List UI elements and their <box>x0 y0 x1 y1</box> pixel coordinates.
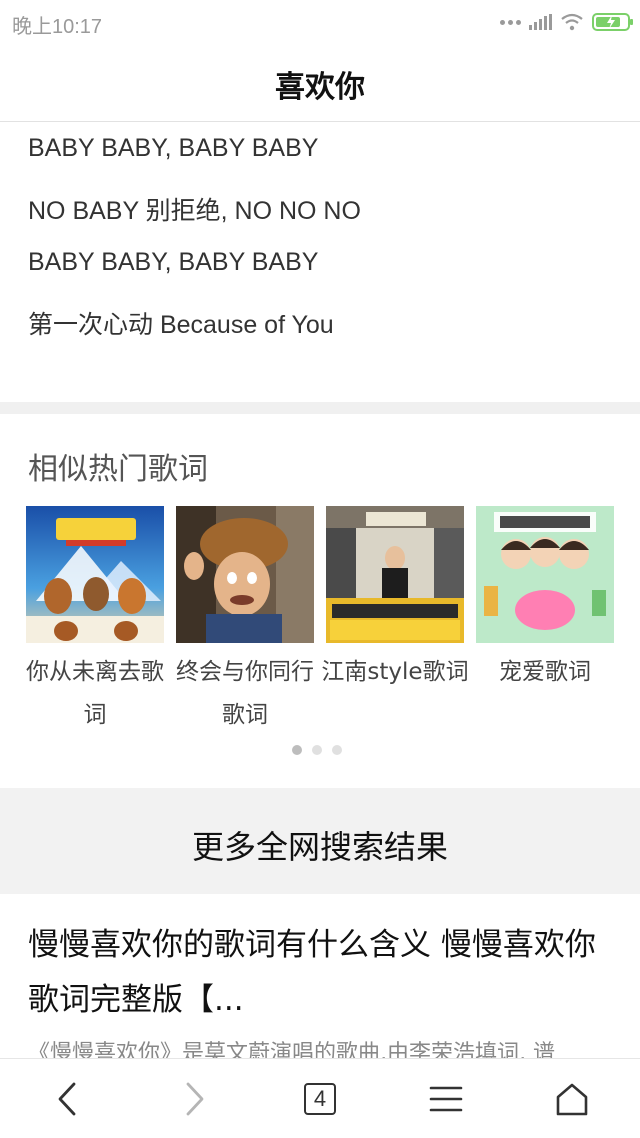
forward-button[interactable] <box>164 1073 224 1125</box>
back-button[interactable] <box>38 1073 98 1125</box>
search-result-title[interactable]: 慢慢喜欢你的歌词有什么含义 慢慢喜欢你歌词完整版【... <box>28 918 618 1028</box>
carousel-pager <box>292 745 342 755</box>
similar-card-3[interactable]: 江南style歌词 <box>321 506 469 694</box>
wifi-icon <box>561 13 583 31</box>
lyric-line: NO BABY 别拒绝, NO NO NO <box>28 197 361 225</box>
bottom-nav: 4 <box>0 1058 640 1138</box>
similar-card-title[interactable]: 江南style歌词 <box>320 651 470 694</box>
more-results-label[interactable]: 更多全网搜索结果 <box>0 822 640 868</box>
album-cover-image[interactable] <box>476 506 614 643</box>
forward-icon[interactable] <box>180 1081 208 1117</box>
similar-carousel[interactable]: 你从未离去歌词 终会与你同行歌词 江南style歌词 宠爱歌词 <box>26 506 626 736</box>
lyric-line: BABY BABY, BABY BABY <box>28 248 319 276</box>
menu-icon[interactable] <box>429 1084 463 1114</box>
battery-charging-icon <box>592 13 633 31</box>
album-cover-image[interactable] <box>326 506 464 643</box>
lyric-line: BABY BABY, BABY BABY <box>28 134 319 162</box>
pager-dot <box>332 745 342 755</box>
home-icon[interactable] <box>554 1081 590 1117</box>
status-time: 晚上10:17 <box>12 16 103 38</box>
search-result-snippet: 《慢慢喜欢你》是莫文蔚演唱的歌曲,由李荣浩填词, 谱 <box>28 1041 555 1058</box>
header: 喜欢你 <box>0 44 640 122</box>
lyrics-block: BABY BABY, BABY BABY NO BABY 别拒绝, NO NO … <box>28 134 618 362</box>
more-dots-icon <box>500 19 521 25</box>
section-divider <box>0 402 640 414</box>
album-cover-image[interactable] <box>26 506 164 643</box>
home-button[interactable] <box>542 1073 602 1125</box>
back-icon[interactable] <box>54 1081 82 1117</box>
similar-card-title[interactable]: 你从未离去歌词 <box>20 651 170 737</box>
pager-dot <box>312 745 322 755</box>
page-title: 喜欢你 <box>275 70 365 105</box>
status-bar: 晚上10:17 <box>0 0 640 44</box>
pager-dot-active <box>292 745 302 755</box>
similar-card-1[interactable]: 你从未离去歌词 <box>26 506 164 737</box>
more-results-button[interactable]: 更多全网搜索结果 <box>0 788 640 894</box>
album-cover-image[interactable] <box>176 506 314 643</box>
menu-button[interactable] <box>416 1073 476 1125</box>
lyric-line: 第一次心动 Because of You <box>28 311 334 339</box>
tabs-icon[interactable]: 4 <box>304 1083 336 1115</box>
similar-card-title[interactable]: 终会与你同行歌词 <box>170 651 320 737</box>
status-icons <box>500 12 633 32</box>
similar-card-2[interactable]: 终会与你同行歌词 <box>176 506 314 737</box>
similar-section-title: 相似热门歌词 <box>28 452 208 487</box>
similar-card-title[interactable]: 宠爱歌词 <box>470 651 620 694</box>
signal-icon <box>529 14 552 30</box>
tabs-button[interactable]: 4 <box>290 1073 350 1125</box>
similar-card-4[interactable]: 宠爱歌词 <box>476 506 614 694</box>
